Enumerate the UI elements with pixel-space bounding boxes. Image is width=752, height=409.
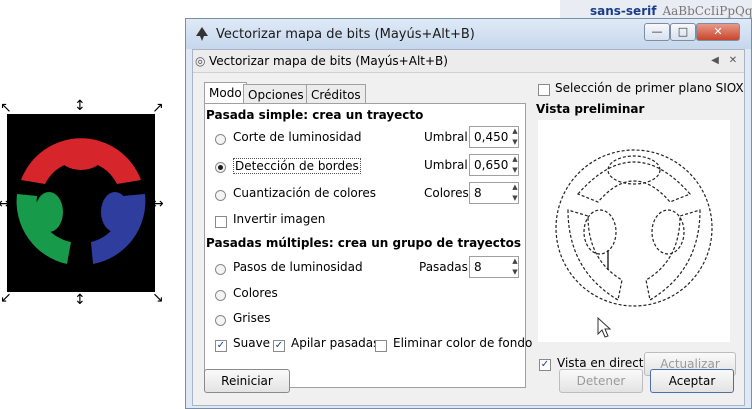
- font-family-label: sans-serif: [590, 4, 657, 18]
- resize-handle-nw[interactable]: ↖: [0, 100, 12, 116]
- reset-button[interactable]: Reiniciar: [204, 369, 290, 393]
- maximize-button[interactable]: □: [670, 23, 696, 41]
- dock-header: ◎ Vectorizar mapa de bits (Mayús+Alt+B) …: [193, 50, 744, 73]
- tab-creditos[interactable]: Créditos: [306, 84, 366, 104]
- font-preview-text: AaBbCcIiPpQq: [662, 4, 752, 18]
- threshold-label-2: Umbral:: [424, 158, 472, 172]
- stack-checkbox[interactable]: ✓: [273, 340, 285, 352]
- preview-outline-image: [555, 149, 713, 338]
- radio-colors[interactable]: [215, 290, 226, 301]
- brightness-cutoff-label: Corte de luminosidad: [233, 130, 362, 144]
- colors-spin[interactable]: ▲ ▼: [510, 182, 520, 204]
- threshold-spin-1[interactable]: ▲ ▼: [510, 126, 520, 148]
- window-titlebar[interactable]: Vectorizar mapa de bits (Mayús+Alt+B) — …: [186, 19, 751, 49]
- preview-heading: Vista preliminar: [536, 102, 645, 116]
- inkscape-icon: [196, 27, 208, 41]
- radio-brightness-cutoff[interactable]: [215, 134, 226, 145]
- resize-handle-ne[interactable]: ↗: [152, 100, 164, 116]
- threshold-spin-2[interactable]: ▲ ▼: [510, 154, 520, 176]
- dock-icon: ◎: [195, 54, 206, 68]
- colors-label: Colores:: [424, 186, 473, 200]
- tab-opciones[interactable]: Opciones: [243, 84, 309, 104]
- grays-label: Grises: [233, 311, 271, 325]
- stack-label: Apilar pasadas: [291, 336, 380, 350]
- resize-handle-se[interactable]: ↘: [152, 290, 164, 306]
- colors-multi-label: Colores: [233, 286, 278, 300]
- minimize-button[interactable]: —: [644, 23, 670, 41]
- live-preview-label: Vista en directo: [557, 356, 651, 370]
- live-preview-checkbox[interactable]: ✓: [539, 359, 551, 371]
- dialog-body: ◎ Vectorizar mapa de bits (Mayús+Alt+B) …: [192, 49, 745, 406]
- dock-collapse-icon[interactable]: ◀: [708, 54, 722, 68]
- trace-bitmap-window: Vectorizar mapa de bits (Mayús+Alt+B) — …: [185, 18, 752, 409]
- resize-handle-e[interactable]: ↔: [152, 196, 164, 212]
- dock-close-icon[interactable]: ✕: [726, 54, 740, 68]
- edge-detection-label: Detección de bordes: [233, 158, 361, 174]
- threshold-label-1: Umbral:: [424, 130, 472, 144]
- radio-grays[interactable]: [215, 315, 226, 326]
- scans-spin[interactable]: ▲ ▼: [510, 256, 520, 278]
- resize-handle-s[interactable]: ↕: [74, 292, 86, 308]
- radio-color-quantization[interactable]: [215, 190, 226, 201]
- font-selector[interactable]: sans-serif AaBbCcIiPpQq: [590, 4, 752, 18]
- siox-checkbox[interactable]: [538, 84, 550, 96]
- radio-edge-detection[interactable]: [215, 162, 226, 173]
- smooth-checkbox[interactable]: ✓: [215, 340, 227, 352]
- invert-checkbox[interactable]: [215, 216, 227, 228]
- window-title: Vectorizar mapa de bits (Mayús+Alt+B): [216, 27, 475, 42]
- stop-button[interactable]: Detener: [559, 369, 643, 393]
- tab-modo[interactable]: Modo: [204, 82, 247, 104]
- brightness-steps-label: Pasos de luminosidad: [233, 260, 363, 274]
- remove-bg-label: Eliminar color de fondo: [393, 336, 533, 350]
- resize-handle-sw[interactable]: ↙: [0, 290, 12, 306]
- scans-label: Pasadas:: [419, 260, 472, 274]
- fsf-logo-image: [16, 138, 146, 264]
- dock-title: Vectorizar mapa de bits (Mayús+Alt+B): [209, 54, 448, 68]
- selected-bitmap[interactable]: [7, 114, 155, 292]
- radio-brightness-steps[interactable]: [215, 264, 226, 275]
- color-quantization-label: Cuantización de colores: [233, 186, 377, 200]
- siox-label: Selección de primer plano SIOX: [555, 81, 744, 95]
- invert-label: Invertir imagen: [233, 212, 326, 226]
- single-scan-heading: Pasada simple: crea un trayecto: [206, 108, 424, 122]
- close-button[interactable]: ✕: [696, 23, 740, 41]
- resize-handle-w[interactable]: ↔: [0, 196, 10, 212]
- smooth-label: Suave: [233, 336, 271, 350]
- ok-button[interactable]: Aceptar: [650, 369, 734, 393]
- multi-scan-heading: Pasadas múltiples: crea un grupo de tray…: [206, 236, 522, 250]
- resize-handle-n[interactable]: ↕: [74, 98, 86, 114]
- remove-bg-checkbox[interactable]: [375, 340, 387, 352]
- trace-preview: [538, 120, 730, 342]
